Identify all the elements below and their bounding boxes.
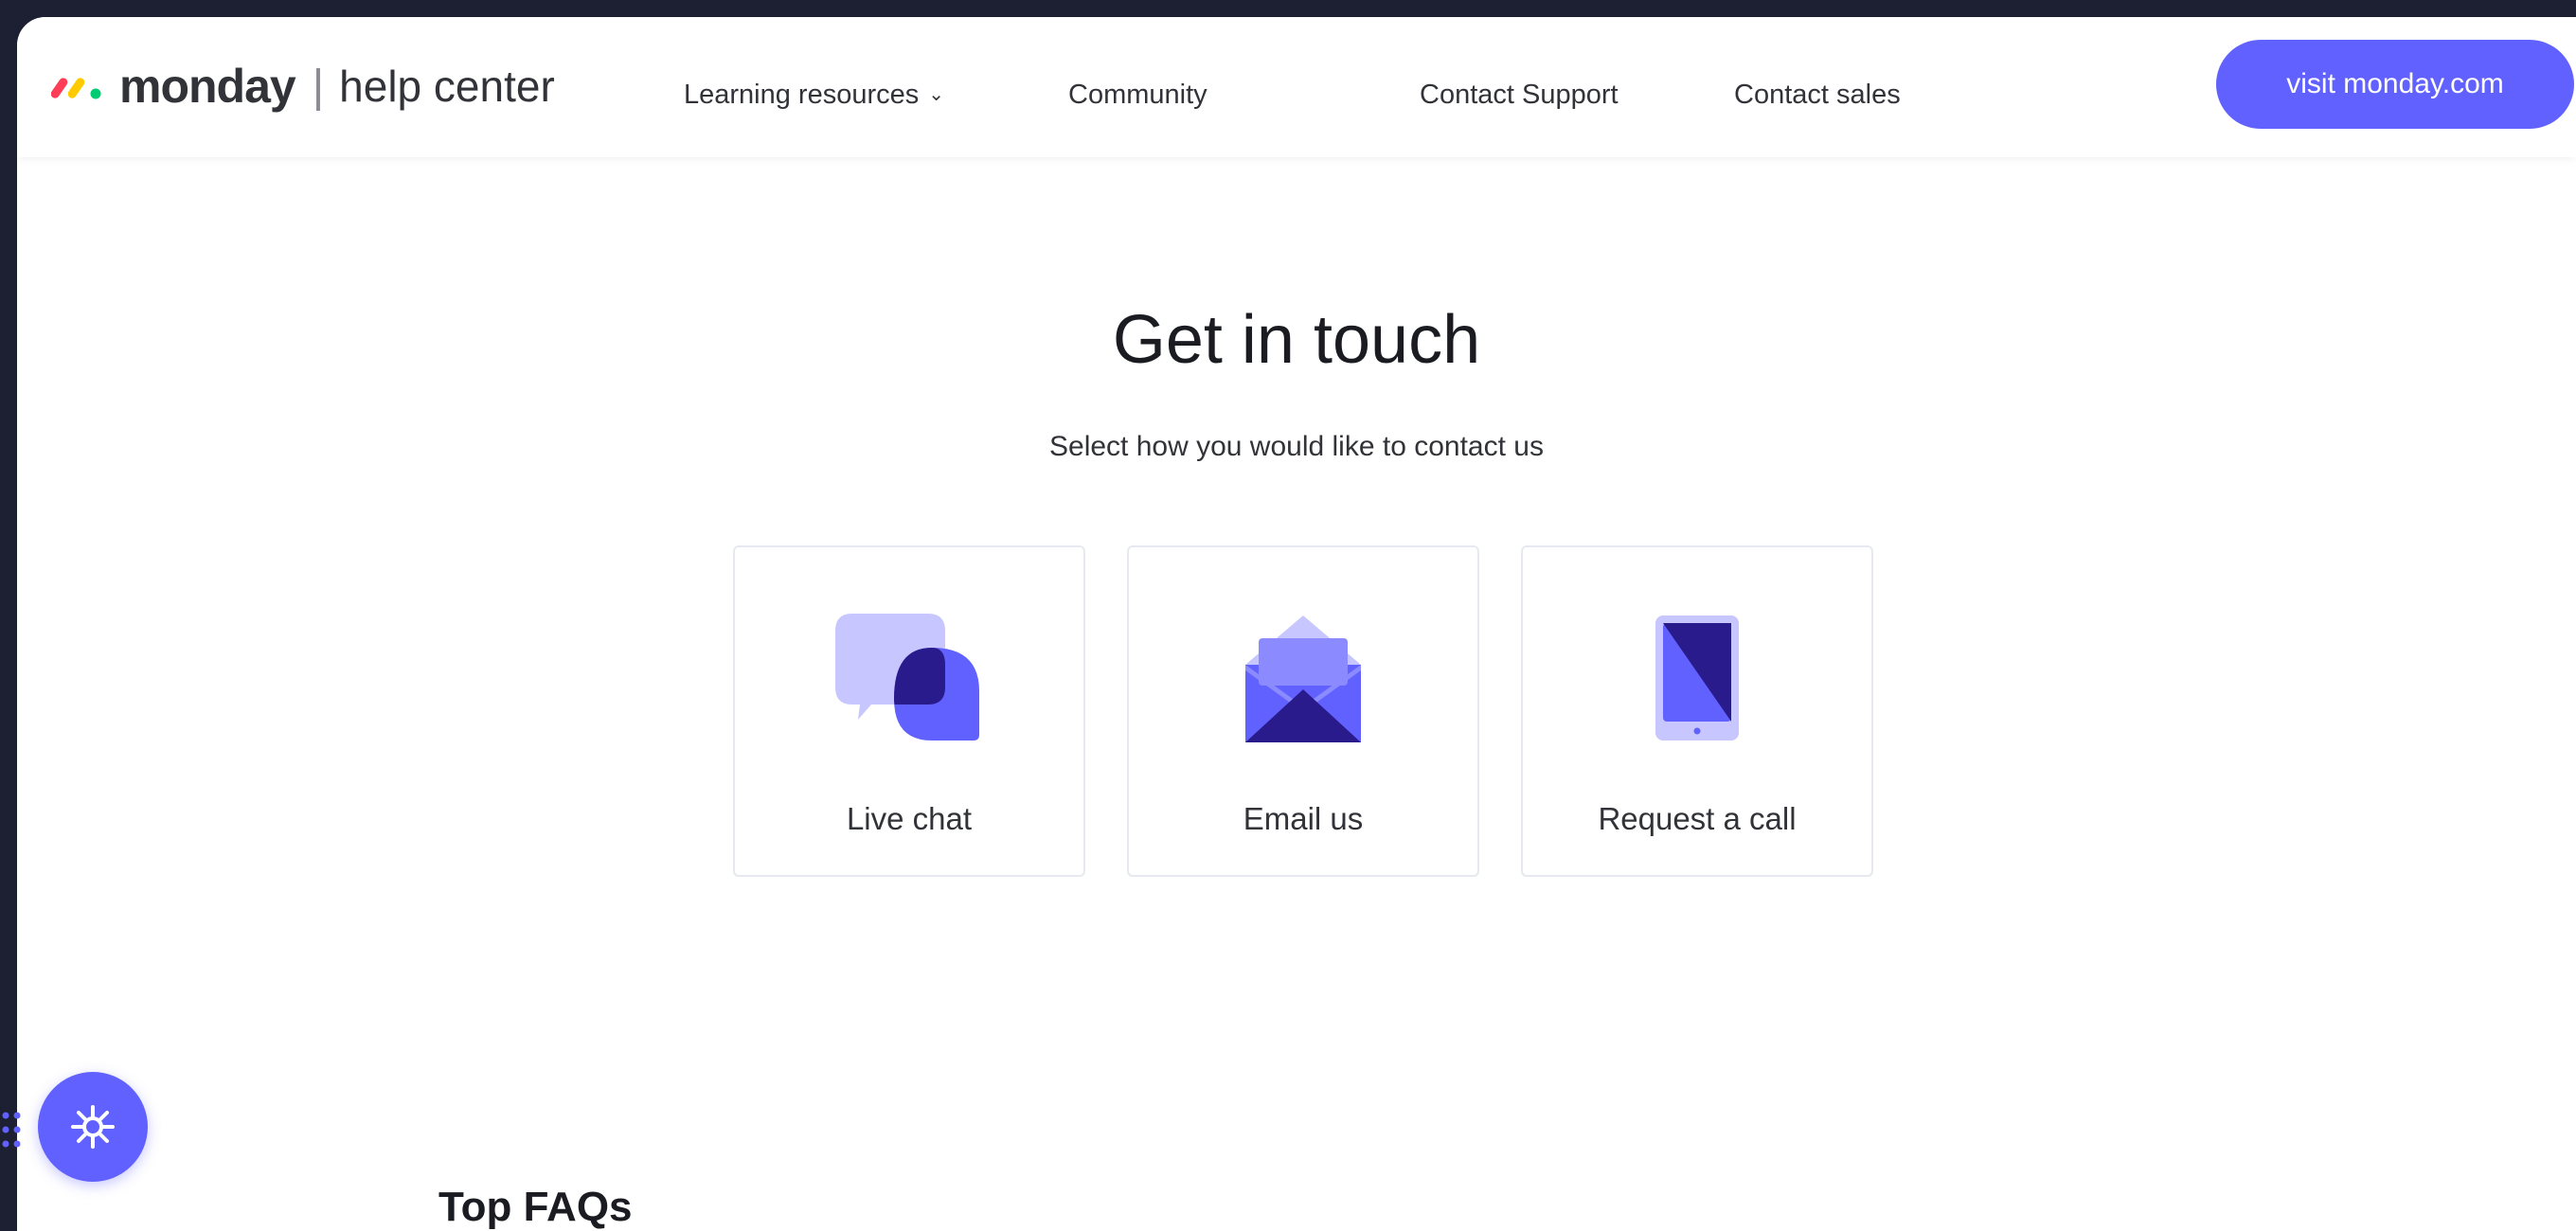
email-us-card[interactable]: Email us (1127, 545, 1479, 877)
monday-logo-icon (51, 78, 101, 99)
page-title: Get in touch (1112, 302, 1481, 378)
logo-subtitle: help center (339, 62, 555, 111)
site-header: monday | help center Learning resources ⌄… (17, 17, 2576, 157)
nav-contact-support-label: Contact Support (1420, 80, 1619, 110)
nav-contact-support[interactable]: Contact Support (1420, 80, 1619, 111)
nav-community[interactable]: Community (1068, 80, 1208, 111)
logo-separator: | (312, 61, 325, 112)
drag-handle-icon[interactable] (0, 1110, 25, 1150)
nav-contact-sales[interactable]: Contact sales (1734, 80, 1901, 111)
envelope-icon (1245, 616, 1361, 742)
logo-wordmark: monday (119, 60, 296, 113)
live-chat-card[interactable]: Live chat (733, 545, 1085, 877)
live-chat-label: Live chat (846, 801, 973, 836)
chat-bubbles-icon (835, 614, 979, 740)
top-faqs-heading: Top FAQs (438, 1184, 633, 1230)
request-call-label: Request a call (1598, 801, 1797, 836)
email-us-label: Email us (1243, 801, 1364, 836)
nav-learning-resources[interactable]: Learning resources ⌄ (684, 80, 944, 111)
assistant-button[interactable] (38, 1072, 148, 1182)
chevron-down-icon: ⌄ (928, 84, 945, 105)
visit-monday-button[interactable]: visit monday.com (2216, 40, 2574, 129)
sparkle-icon (71, 1105, 115, 1149)
nav-community-label: Community (1068, 80, 1208, 110)
monday-logo[interactable]: monday | help center (51, 53, 555, 119)
nav-contact-sales-label: Contact sales (1734, 80, 1901, 110)
tablet-phone-icon (1655, 616, 1739, 740)
page-subtitle: Select how you would like to contact us (1049, 431, 1544, 462)
request-call-card[interactable]: Request a call (1521, 545, 1873, 877)
nav-learning-resources-label: Learning resources (684, 80, 920, 110)
browser-window: monday | help center Learning resources ⌄… (17, 17, 2576, 1231)
